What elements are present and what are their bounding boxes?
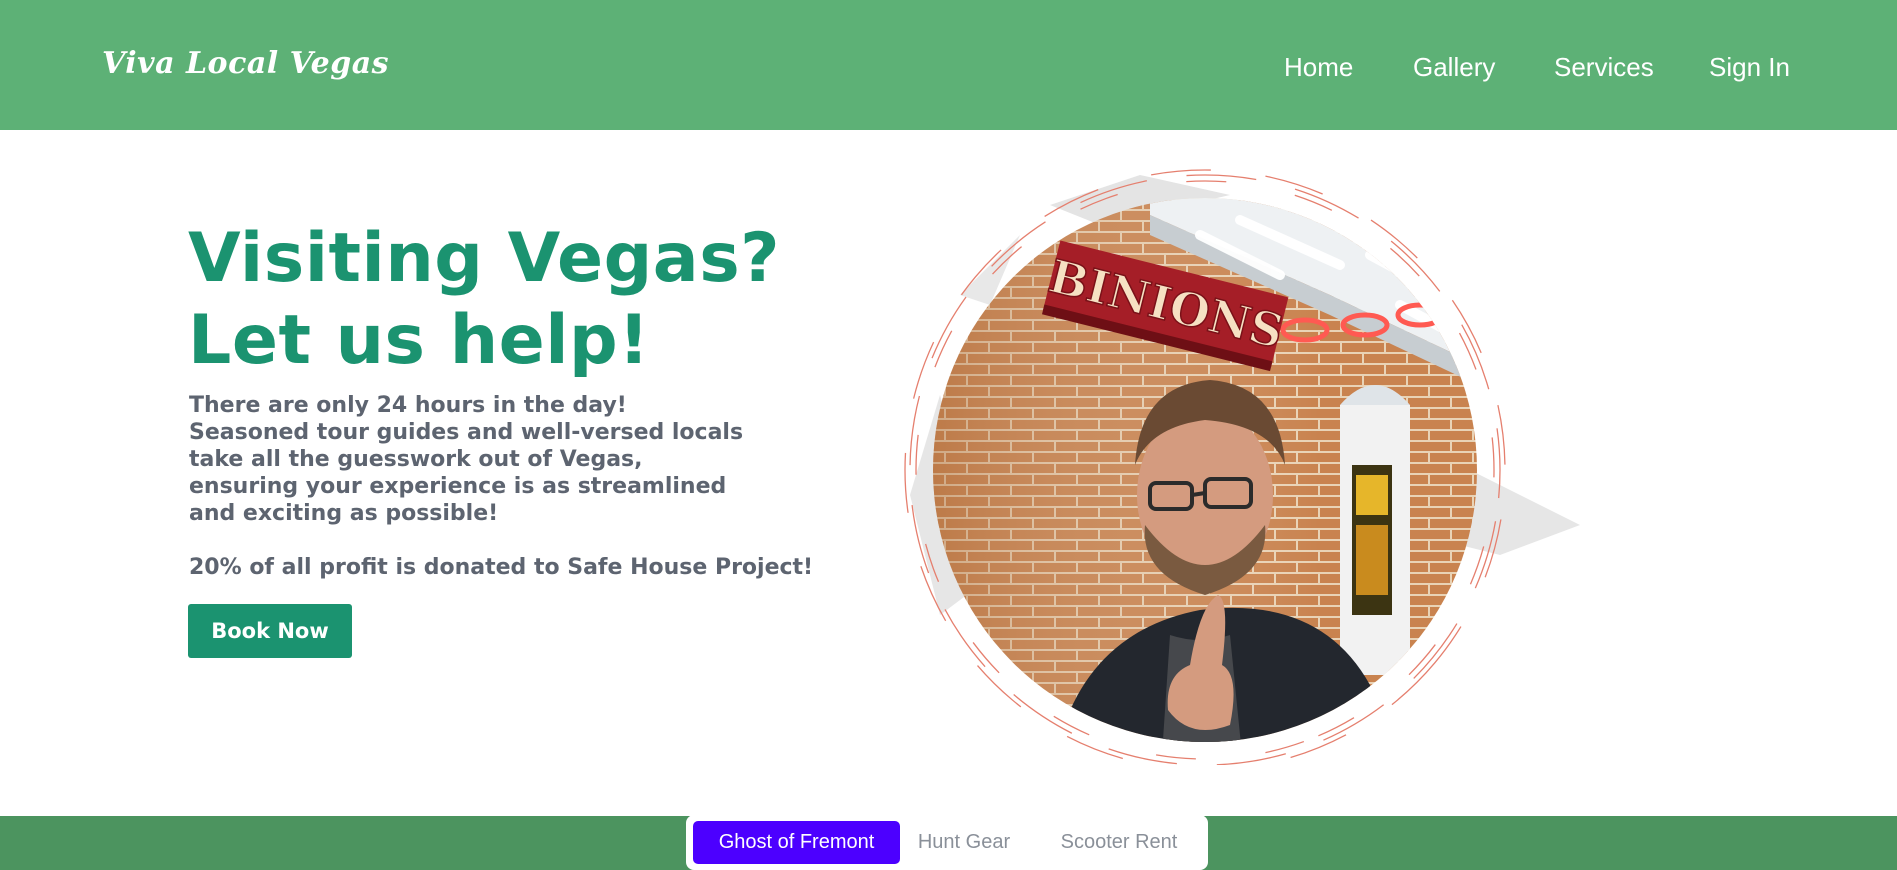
site-logo[interactable]: Viva Local Vegas bbox=[102, 46, 389, 81]
tour-tabs: Ghost of Fremont Hunt Gear Scooter Rent bbox=[686, 815, 1208, 870]
donation-note: 20% of all profit is donated to Safe Hou… bbox=[189, 555, 814, 580]
book-now-button[interactable]: Book Now bbox=[188, 604, 352, 658]
top-nav-bar: Viva Local Vegas Home Gallery Services S… bbox=[0, 0, 1897, 130]
nav-home-link[interactable]: Home bbox=[1284, 52, 1353, 83]
hero-photo-graphic: BINIONS bbox=[904, 169, 1580, 765]
hero-description: There are only 24 hours in the day! Seas… bbox=[189, 393, 744, 526]
tab-scooter-rent[interactable]: Scooter Rent bbox=[1052, 821, 1186, 864]
hero-title-line-2: Let us help! bbox=[188, 301, 650, 380]
nav-sign-in-link[interactable]: Sign In bbox=[1709, 52, 1790, 83]
tab-ghost-of-fremont[interactable]: Ghost of Fremont bbox=[693, 821, 900, 864]
nav-services-link[interactable]: Services bbox=[1554, 52, 1654, 83]
hero-title: Visiting Vegas? Let us help! bbox=[188, 218, 780, 382]
hero-photo: BINIONS bbox=[900, 165, 1600, 765]
hero-title-line-1: Visiting Vegas? bbox=[188, 219, 781, 298]
nav-gallery-link[interactable]: Gallery bbox=[1413, 52, 1495, 83]
tab-hunt-gear[interactable]: Hunt Gear bbox=[908, 821, 1020, 864]
